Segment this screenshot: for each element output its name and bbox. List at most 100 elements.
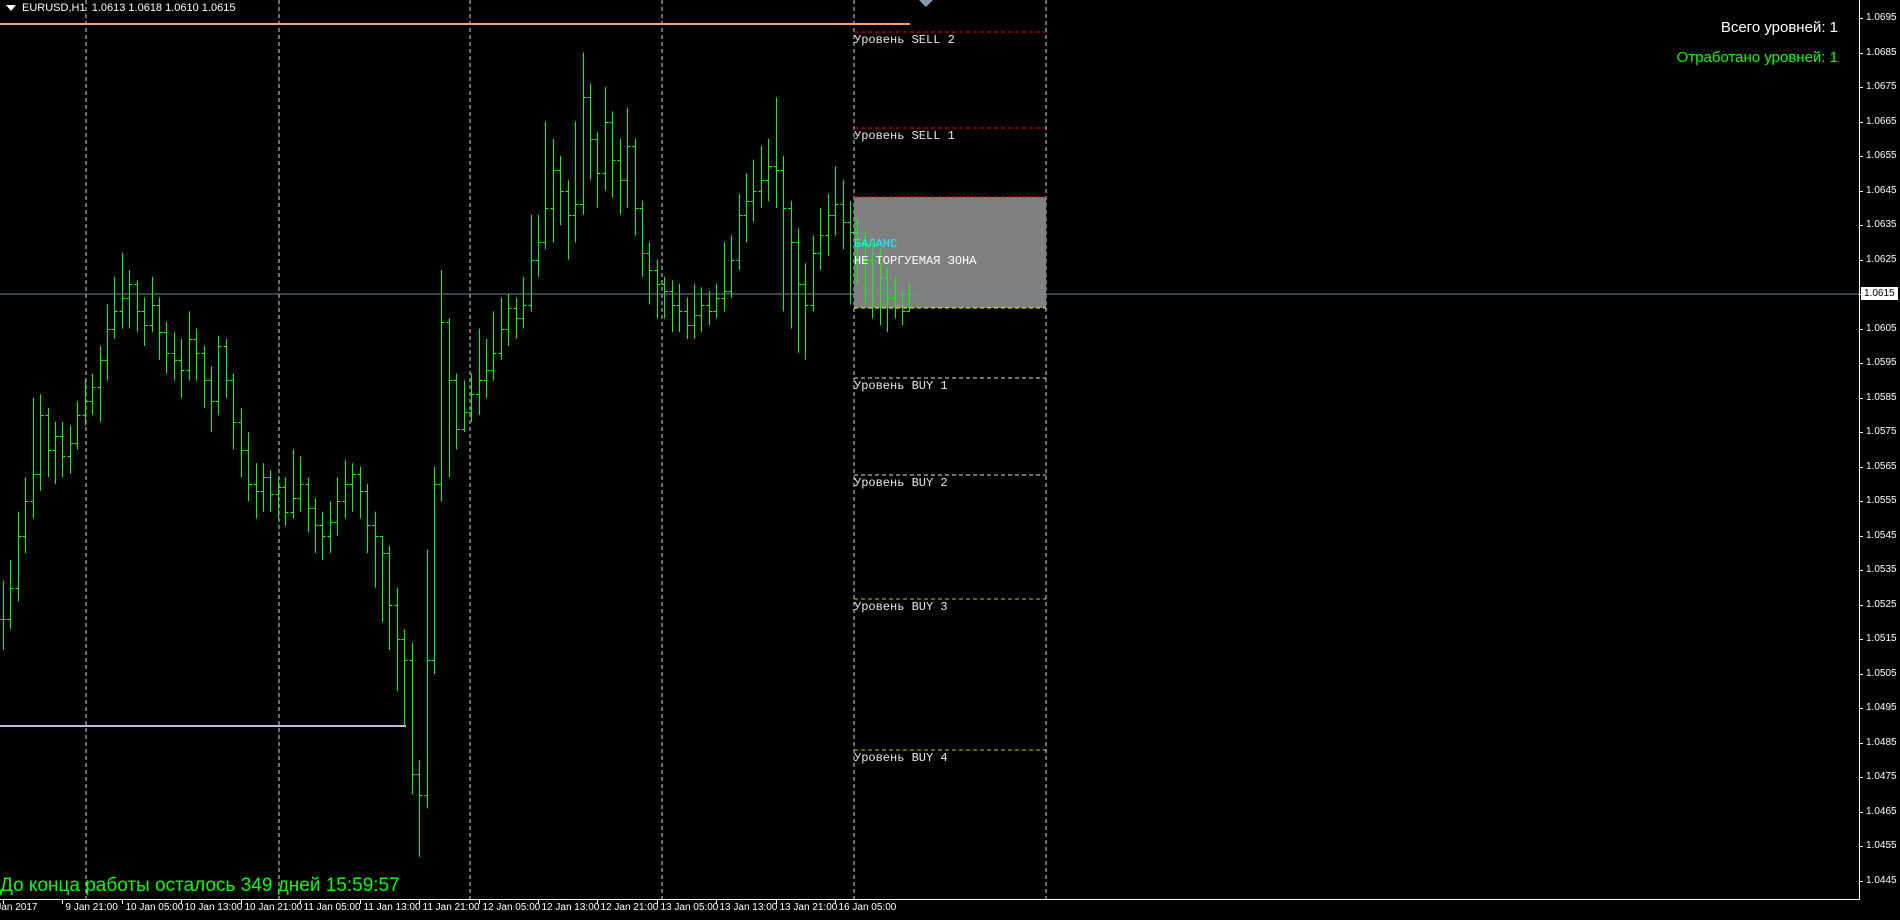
ohlc-bar bbox=[7, 559, 14, 630]
ohlc-bar bbox=[342, 459, 349, 519]
price-axis-label: 1.0575 bbox=[1866, 425, 1897, 437]
time-axis-label: 9 Jan 2017 bbox=[0, 902, 38, 913]
ohlc-bar bbox=[0, 580, 7, 650]
level-label-buy-2: Уровень BUY 2 bbox=[854, 476, 948, 490]
ohlc-bar bbox=[119, 252, 126, 329]
price-axis-label: 1.0605 bbox=[1866, 322, 1897, 334]
time-axis-label: 12 Jan 13:00 bbox=[541, 902, 600, 913]
price-axis-label: 1.0525 bbox=[1866, 598, 1897, 610]
level-label-buy-4: Уровень BUY 4 bbox=[854, 751, 948, 765]
ohlc-bar bbox=[565, 180, 572, 260]
price-axis-label: 1.0595 bbox=[1866, 356, 1897, 368]
ohlc-bar bbox=[171, 332, 178, 381]
ohlc-bar bbox=[282, 477, 289, 526]
ohlc-bar bbox=[817, 207, 824, 270]
ohlc-bar bbox=[52, 421, 59, 485]
ohlc-bar bbox=[713, 283, 720, 319]
ohlc-bar bbox=[223, 339, 230, 398]
ohlc-bar bbox=[602, 87, 609, 191]
ohlc-bar bbox=[825, 194, 832, 257]
ohlc-bar bbox=[59, 421, 66, 478]
current-price-label: 1.0615 bbox=[1861, 287, 1898, 300]
ohlc-bar bbox=[580, 52, 587, 215]
ohlc-bar bbox=[141, 297, 148, 346]
ohlc-bar bbox=[37, 394, 44, 491]
chart-shift-marker-icon[interactable] bbox=[919, 0, 933, 7]
ohlc-bar bbox=[528, 214, 535, 312]
ohlc-bar bbox=[780, 156, 787, 312]
ohlc-bar bbox=[639, 200, 646, 277]
ohlc-bar bbox=[542, 121, 549, 250]
time-axis-label: 13 Jan 21:00 bbox=[779, 902, 838, 913]
time-axis-label: 10 Jan 05:00 bbox=[125, 902, 184, 913]
ohlc-bar bbox=[305, 477, 312, 533]
ohlc-bar bbox=[617, 138, 624, 215]
ohlc-bar bbox=[230, 373, 237, 450]
ohlc-bar bbox=[476, 328, 483, 415]
time-axis-label: 12 Jan 21:00 bbox=[600, 902, 659, 913]
ohlc-bar bbox=[461, 380, 468, 433]
non-trading-zone[interactable] bbox=[854, 197, 1046, 308]
ohlc-bar bbox=[349, 463, 356, 512]
ohlc-bar bbox=[134, 280, 141, 333]
axis-ticks bbox=[3, 18, 1863, 904]
zone-subtitle: НЕ ТОРГУЕМАЯ ЗОНА bbox=[854, 254, 977, 268]
ohlc-bar bbox=[111, 276, 118, 340]
ohlc-bar bbox=[498, 297, 505, 360]
time-axis-label: 12 Jan 05:00 bbox=[482, 902, 541, 913]
ohlc-bar bbox=[587, 83, 594, 181]
price-axis-label: 1.0505 bbox=[1866, 667, 1897, 679]
collapse-triangle-icon[interactable] bbox=[6, 5, 16, 12]
ohlc-bar bbox=[743, 173, 750, 243]
level-label-sell-1: Уровень SELL 1 bbox=[854, 129, 955, 143]
ohlc-bar bbox=[215, 335, 222, 415]
ohlc-bar bbox=[357, 466, 364, 519]
chart-header: EURUSD,H1 1.0613 1.0618 1.0610 1.0615 bbox=[6, 2, 235, 14]
time-axis-label: 9 Jan 21:00 bbox=[65, 902, 118, 913]
ohlc-bar bbox=[758, 145, 765, 208]
ohlc-bar bbox=[632, 138, 639, 236]
price-axis-label: 1.0625 bbox=[1866, 253, 1897, 265]
ohlc-bar bbox=[253, 463, 260, 519]
ohlc-bar bbox=[89, 373, 96, 415]
price-axis-label: 1.0665 bbox=[1866, 115, 1897, 127]
price-axis-label: 1.0475 bbox=[1866, 770, 1897, 782]
ohlc-bar bbox=[840, 180, 847, 250]
ohlc-bar bbox=[438, 269, 445, 502]
ohlc-bar bbox=[669, 280, 676, 333]
time-axis-label: 10 Jan 21:00 bbox=[244, 902, 303, 913]
ohlc-bar bbox=[156, 297, 163, 360]
ohlc-bar bbox=[238, 408, 245, 478]
ohlc-bar bbox=[483, 339, 490, 398]
ohlc-bar bbox=[721, 242, 728, 312]
price-axis-label: 1.0675 bbox=[1866, 80, 1897, 92]
price-bars bbox=[0, 52, 913, 857]
ohlc-bar bbox=[431, 466, 438, 674]
ohlc-bar bbox=[364, 484, 371, 554]
price-axis-label: 1.0565 bbox=[1866, 460, 1897, 472]
ohlc-bar bbox=[245, 432, 252, 502]
ohlc-bar bbox=[505, 294, 512, 346]
ohlc-bar bbox=[22, 477, 29, 554]
ohlc-bar bbox=[297, 456, 304, 512]
ohlc-bar bbox=[654, 259, 661, 319]
ohlc-bar bbox=[706, 290, 713, 326]
ohlc-bar bbox=[319, 511, 326, 560]
ohlc-bar bbox=[624, 107, 631, 208]
total-levels: Всего уровней: 1 bbox=[1720, 19, 1838, 36]
ohlc-bar bbox=[15, 511, 22, 602]
ohlc-bar bbox=[163, 321, 170, 374]
ohlc-bar bbox=[67, 425, 74, 474]
ohlc-bar bbox=[832, 166, 839, 236]
ohlc-bar bbox=[535, 214, 542, 277]
ohlc-bar bbox=[684, 297, 691, 340]
price-axis-label: 1.0655 bbox=[1866, 149, 1897, 161]
price-axis-label: 1.0515 bbox=[1866, 632, 1897, 644]
ohlc-bar bbox=[513, 297, 520, 340]
price-axis-label: 1.0455 bbox=[1866, 839, 1897, 851]
ohlc-bar bbox=[334, 477, 341, 536]
ohlc-bar bbox=[186, 311, 193, 381]
price-axis-label: 1.0685 bbox=[1866, 46, 1897, 58]
ohlc-bar bbox=[149, 276, 156, 333]
zone-title: БАЛАНС bbox=[854, 237, 898, 251]
